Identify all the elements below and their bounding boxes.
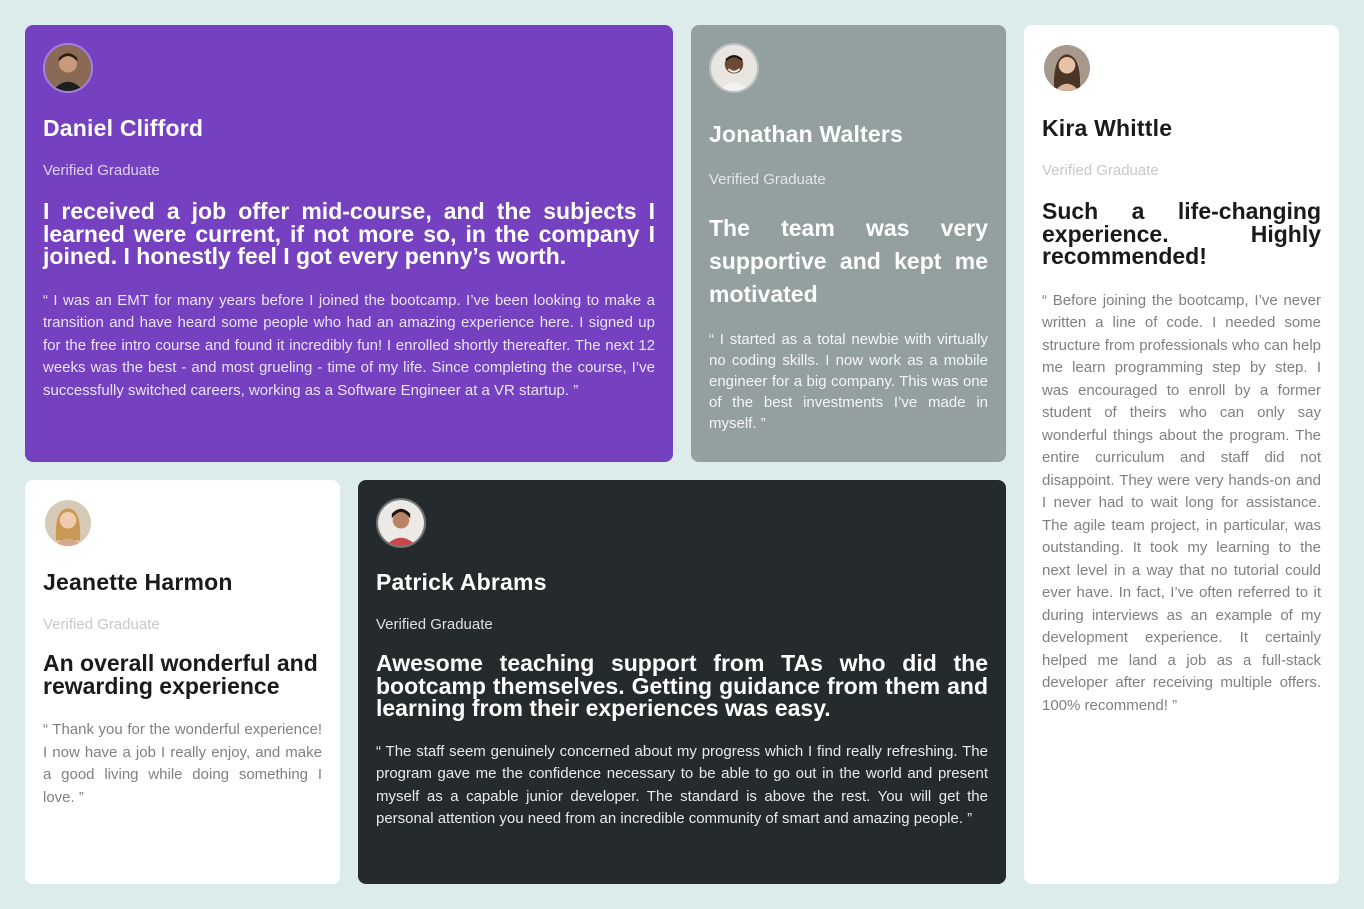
avatar-kira-icon	[1042, 43, 1092, 93]
author-role: Verified Graduate	[43, 616, 160, 633]
testimonial-card-jeanette: Jeanette Harmon Verified Graduate An ove…	[25, 480, 340, 884]
testimonial-card-jonathan: Jonathan Walters Verified Graduate The t…	[691, 25, 1006, 462]
author-role: Verified Graduate	[376, 616, 493, 633]
author-name: Daniel Clifford	[43, 115, 204, 141]
author-role: Verified Graduate	[43, 162, 160, 179]
testimonial-quote: “ Before joining the bootcamp, I’ve neve…	[1042, 291, 1321, 714]
author-name: Jeanette Harmon	[43, 569, 233, 595]
testimonial-card-kira: Kira Whittle Verified Graduate Such a li…	[1024, 25, 1339, 884]
testimonial-card-daniel: Daniel Clifford Verified Graduate I rece…	[25, 25, 673, 462]
testimonial-headline: I received a job offer mid-course, and t…	[43, 198, 655, 269]
testimonial-headline: Such a life-changing experience. Highly …	[1042, 198, 1321, 269]
avatar-jonathan-icon	[709, 43, 759, 93]
avatar-jeanette-icon	[43, 498, 93, 548]
author-role: Verified Graduate	[709, 171, 826, 188]
testimonial-headline: An overall wonderful and rewarding exper…	[43, 650, 318, 699]
testimonial-quote: “ The staff seem genuinely concerned abo…	[376, 742, 988, 828]
avatar-daniel-icon	[43, 43, 93, 93]
author-role: Verified Graduate	[1042, 162, 1159, 179]
author-name: Kira Whittle	[1042, 115, 1173, 141]
testimonial-card-patrick: Patrick Abrams Verified Graduate Awesome…	[358, 480, 1006, 884]
testimonial-headline: The team was very supportive and kept me…	[709, 215, 988, 307]
testimonial-headline: Awesome teaching support from TAs who di…	[376, 650, 988, 721]
author-name: Patrick Abrams	[376, 569, 547, 595]
testimonial-quote: “ Thank you for the wonderful experience…	[43, 721, 322, 806]
testimonial-quote: “ I was an EMT for many years before I j…	[43, 291, 655, 399]
testimonial-quote: “ I started as a total newbie with virtu…	[709, 331, 988, 432]
avatar-patrick-icon	[376, 498, 426, 548]
author-name: Jonathan Walters	[709, 121, 904, 147]
